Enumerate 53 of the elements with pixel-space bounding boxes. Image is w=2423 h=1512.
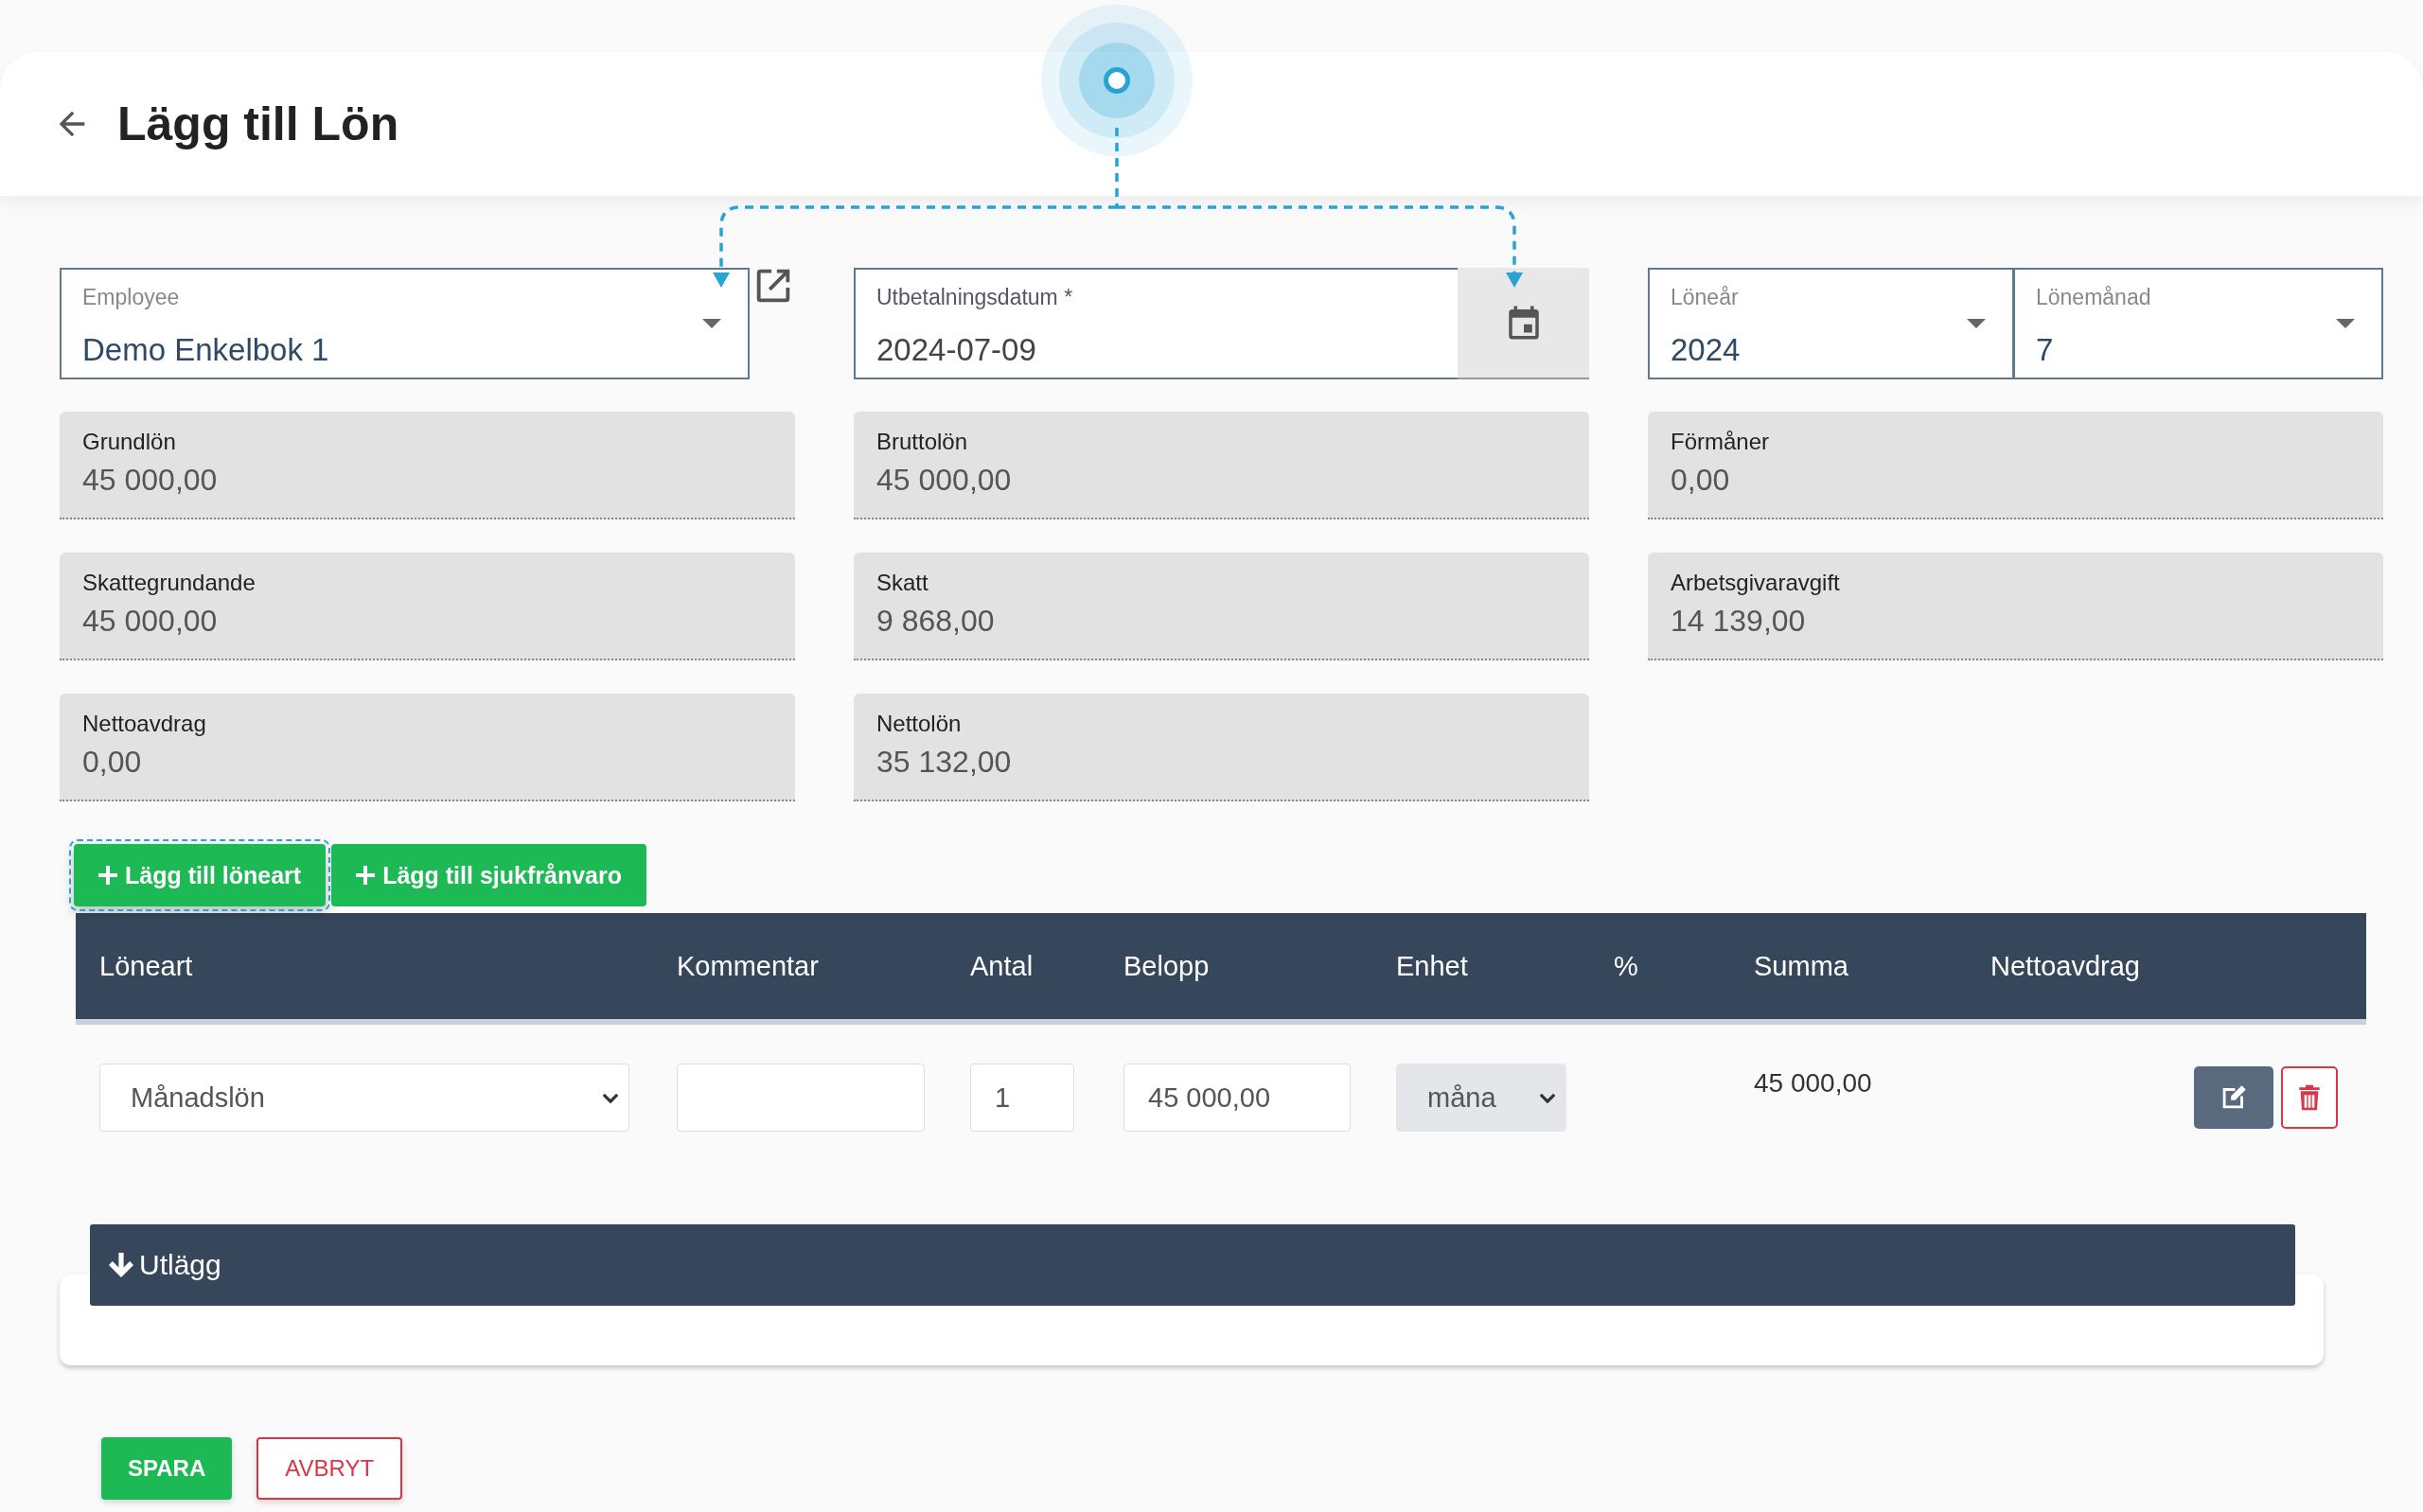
column-header: Summa <box>1753 950 1849 982</box>
field-label: Employee <box>82 285 180 310</box>
caret-icon <box>702 319 721 328</box>
edit-button[interactable] <box>2194 1066 2273 1129</box>
date-field[interactable]: Utbetalningsdatum * 2024-07-09 <box>854 268 1458 379</box>
field-value: 45 000,00 <box>82 463 219 498</box>
field-label: Arbetsgivaravgift <box>1671 570 1841 596</box>
column-header: Kommentar <box>676 950 820 982</box>
unit-select[interactable]: måna <box>1396 1064 1566 1132</box>
field-label: Grundlön <box>82 429 177 455</box>
field-label: Utbetalningsdatum * <box>876 285 1073 310</box>
cancel-button[interactable]: AVBRYT <box>256 1437 403 1500</box>
year-select[interactable]: Löneår 2024 <box>1648 268 2014 379</box>
plus-icon <box>356 866 376 885</box>
caret-icon <box>1967 319 1986 328</box>
chevron-icon <box>602 1092 619 1103</box>
field-value: 45 000,00 <box>82 604 219 639</box>
field-label: Lönemånad <box>2036 285 2151 310</box>
section-title: Utlägg <box>139 1249 221 1281</box>
field-value: 45 000,00 <box>876 463 1013 498</box>
column-header: % <box>1613 950 1639 982</box>
column-header: Nettoavdrag <box>1990 950 2141 982</box>
field-label: Bruttolön <box>876 429 969 455</box>
field-label: Skatt <box>876 570 929 596</box>
field-value: 35 132,00 <box>876 745 1013 780</box>
field-value: 14 139,00 <box>1671 604 1807 639</box>
column-header: Löneart <box>98 950 194 982</box>
month-select[interactable]: Lönemånad 7 <box>2014 268 2383 379</box>
field-label: Nettoavdrag <box>82 711 207 737</box>
plus-icon <box>98 866 117 885</box>
employee-select[interactable]: Employee Demo Enkelbok 1 <box>60 268 750 379</box>
table-cell-text: 45 000,00 <box>1754 1067 1872 1099</box>
field-label: Förmåner <box>1671 429 1771 455</box>
delete-button[interactable] <box>2281 1066 2338 1129</box>
field-value: 0,00 <box>82 745 143 780</box>
column-header: Enhet <box>1395 950 1469 982</box>
field-label: Löneår <box>1671 285 1739 310</box>
down-arrow-icon <box>109 1253 133 1277</box>
field-label: Nettolön <box>876 711 963 737</box>
amount-input[interactable]: 45 000,00 <box>1123 1064 1351 1132</box>
calendar-button[interactable] <box>1458 268 1589 379</box>
page-title: Lägg till Lön <box>117 97 399 151</box>
field-value: 0,00 <box>1671 463 1731 498</box>
field-label: Skattegrundande <box>82 570 256 596</box>
comment-input[interactable] <box>677 1064 925 1132</box>
field-value: 9 868,00 <box>876 604 996 639</box>
column-header: Belopp <box>1123 950 1211 982</box>
expenses-header[interactable]: Utlägg <box>90 1224 2295 1306</box>
column-header: Antal <box>969 950 1035 982</box>
wage-type-select[interactable]: Månadslön <box>99 1064 629 1132</box>
quantity-input[interactable]: 1 <box>970 1064 1074 1132</box>
caret-icon <box>2336 319 2355 328</box>
chevron-icon <box>1539 1092 1556 1103</box>
